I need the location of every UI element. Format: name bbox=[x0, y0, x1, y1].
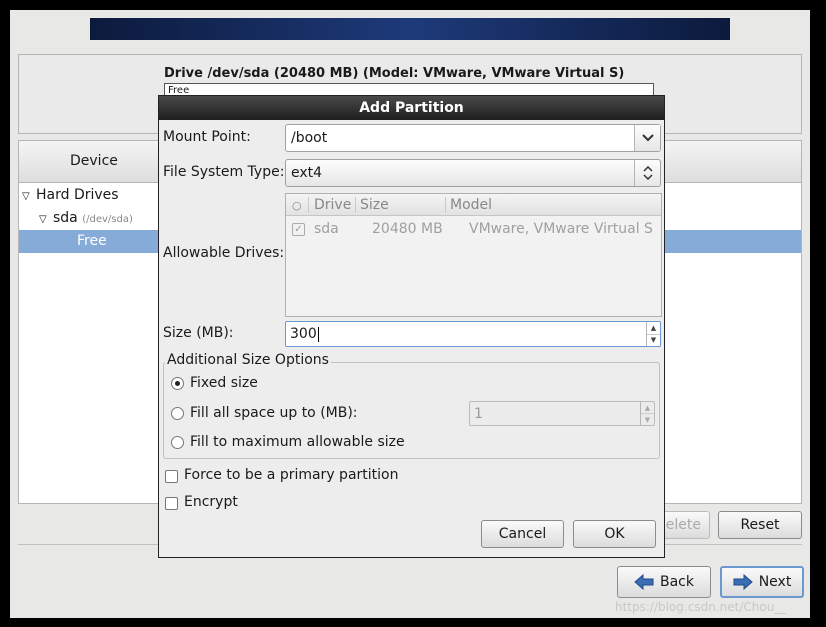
drives-list-header: ○ Drive Size Model bbox=[286, 194, 661, 216]
table-row[interactable]: ✓ sda 20480 MB VMware, VMware Virtual S bbox=[286, 216, 661, 242]
tree-row-label: Hard Drives bbox=[36, 187, 119, 203]
fixed-size-label[interactable]: Fixed size bbox=[190, 375, 258, 391]
tree-row-sub: (/dev/sda) bbox=[82, 214, 133, 225]
radio-fill-up-to[interactable] bbox=[171, 407, 184, 420]
column-size[interactable]: Size bbox=[360, 197, 389, 213]
encrypt-checkbox[interactable] bbox=[165, 497, 178, 510]
column-drive[interactable]: Drive bbox=[314, 197, 351, 213]
size-spinner[interactable]: ▲ ▼ bbox=[646, 322, 660, 346]
drive-model: VMware, VMware Virtual S bbox=[469, 221, 653, 237]
fill-up-to-label[interactable]: Fill all space up to (MB): bbox=[190, 405, 358, 421]
fill-up-to-value: 1 bbox=[474, 406, 483, 422]
spin-down-icon[interactable]: ▼ bbox=[647, 333, 660, 347]
dialog-title: Add Partition bbox=[159, 96, 664, 120]
mount-point-combo[interactable]: /boot bbox=[285, 124, 661, 152]
force-primary-checkbox[interactable] bbox=[165, 470, 178, 483]
radio-fill-max[interactable] bbox=[171, 436, 184, 449]
size-label: Size (MB): bbox=[163, 325, 234, 341]
back-arrow-icon bbox=[634, 574, 654, 590]
tree-row-label: sda bbox=[53, 210, 78, 226]
fs-type-value: ext4 bbox=[291, 165, 323, 181]
select-all-icon[interactable]: ○ bbox=[292, 199, 302, 212]
drive-checkbox[interactable]: ✓ bbox=[292, 223, 305, 236]
next-arrow-icon bbox=[733, 574, 753, 590]
next-button[interactable]: Next bbox=[720, 566, 804, 598]
device-column-label: Device bbox=[70, 153, 118, 169]
fill-max-label[interactable]: Fill to maximum allowable size bbox=[190, 434, 405, 450]
fill-up-to-input[interactable]: 1 ▲ ▼ bbox=[469, 401, 655, 426]
additional-size-title: Additional Size Options bbox=[165, 352, 331, 368]
cancel-button[interactable]: Cancel bbox=[481, 520, 564, 548]
drive-label: Drive /dev/sda (20480 MB) (Model: VMware… bbox=[164, 66, 625, 81]
add-partition-dialog: Add Partition Mount Point: /boot File Sy… bbox=[158, 95, 665, 558]
size-value: 300 bbox=[290, 326, 317, 342]
ok-button[interactable]: OK bbox=[573, 520, 656, 548]
column-model[interactable]: Model bbox=[450, 197, 492, 213]
fs-type-label: File System Type: bbox=[163, 164, 285, 180]
size-input[interactable]: 300 ▲ ▼ bbox=[285, 321, 661, 347]
mount-point-value[interactable]: /boot bbox=[291, 130, 327, 146]
drive-size: 20480 MB bbox=[372, 221, 443, 237]
next-label: Next bbox=[758, 574, 792, 590]
expander-down-icon[interactable]: ▽ bbox=[22, 185, 36, 208]
spin-up-icon[interactable]: ▲ bbox=[641, 402, 654, 413]
tree-row-label: Free bbox=[77, 233, 107, 249]
fill-up-to-spinner[interactable]: ▲ ▼ bbox=[640, 402, 654, 425]
fs-type-select[interactable]: ext4 bbox=[285, 159, 661, 187]
watermark: https://blog.csdn.net/Chou__ bbox=[615, 600, 787, 614]
expander-down-icon[interactable]: ▽ bbox=[39, 208, 53, 231]
allowable-drives-list[interactable]: ○ Drive Size Model ✓ sda 20480 MB VMware… bbox=[285, 193, 662, 317]
back-label: Back bbox=[660, 574, 694, 590]
force-primary-label[interactable]: Force to be a primary partition bbox=[184, 467, 398, 483]
allowable-drives-label: Allowable Drives: bbox=[163, 245, 285, 261]
drive-name: sda bbox=[314, 221, 339, 237]
encrypt-label[interactable]: Encrypt bbox=[184, 494, 238, 510]
mount-point-label: Mount Point: bbox=[163, 129, 251, 145]
header-banner bbox=[90, 18, 730, 40]
reset-button[interactable]: Reset bbox=[718, 511, 802, 539]
spin-down-icon[interactable]: ▼ bbox=[641, 413, 654, 425]
back-button[interactable]: Back bbox=[617, 566, 711, 598]
chevron-down-icon[interactable] bbox=[634, 125, 660, 151]
updown-icon bbox=[634, 160, 660, 186]
radio-fixed-size[interactable] bbox=[171, 377, 184, 390]
spin-up-icon[interactable]: ▲ bbox=[647, 322, 660, 334]
